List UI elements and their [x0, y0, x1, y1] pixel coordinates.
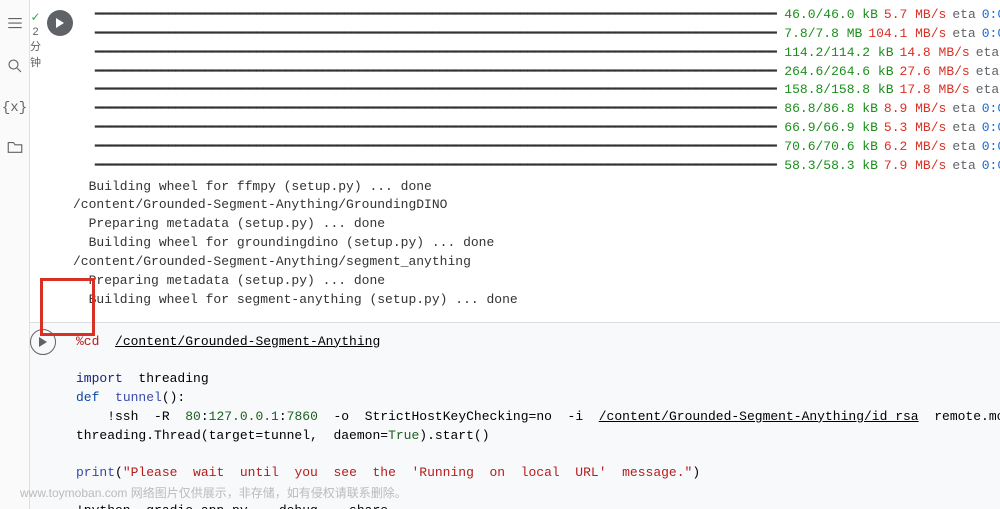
variables-icon[interactable]: {x} — [2, 100, 27, 116]
output-cell: ✓ 2 分 钟 ━━━━━━━━━━━━━━━━━━━━━━━━━━━━━━━━… — [30, 0, 1000, 316]
left-sidebar: {x} — [0, 0, 30, 509]
cell-duration: 2 分 钟 — [30, 26, 41, 70]
run-button[interactable] — [47, 10, 73, 36]
code-editor[interactable]: %cd /content/Grounded-Segment-Anything i… — [76, 333, 1000, 509]
download-output: ━━━━━━━━━━━━━━━━━━━━━━━━━━━━━━━━━━━━━━━━… — [73, 6, 1000, 176]
code-cell: %cd /content/Grounded-Segment-Anything i… — [30, 322, 1000, 509]
cell-gutter: ✓ 2 分 钟 — [30, 0, 73, 70]
toc-icon[interactable] — [6, 14, 24, 35]
run-button[interactable] — [30, 329, 56, 355]
files-icon[interactable] — [6, 138, 24, 159]
build-output: Building wheel for ffmpy (setup.py) ... … — [73, 178, 1000, 310]
status-check-icon: ✓ — [30, 10, 40, 24]
notebook-area: ✓ 2 分 钟 ━━━━━━━━━━━━━━━━━━━━━━━━━━━━━━━━… — [30, 0, 1000, 509]
search-icon[interactable] — [6, 57, 24, 78]
watermark-text: www.toymoban.com 网络图片仅供展示，非存储，如有侵权请联系删除。 — [20, 484, 407, 501]
